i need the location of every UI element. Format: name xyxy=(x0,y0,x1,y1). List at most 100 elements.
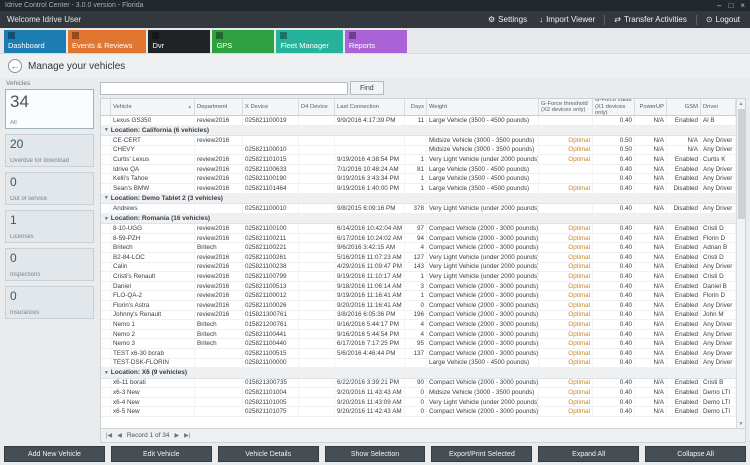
group-row[interactable]: ▾ Location: X6 (9 vehicles) xyxy=(101,368,736,379)
column-header-x-device[interactable]: X Device xyxy=(243,99,299,115)
close-button[interactable]: × xyxy=(740,1,745,10)
collapse-all-button[interactable]: Collapse All xyxy=(645,446,747,462)
table-row[interactable]: Nemo 3 Britech 025821100440 6/17/2016 7:17:… xyxy=(101,339,736,349)
table-row[interactable]: Britech Britech 025821100221 9/6/2016 3:42:… xyxy=(101,243,736,254)
cell-powerup: N/A xyxy=(635,145,667,155)
table-row[interactable]: Calin review2016 025821100238 4/29/2016 11:… xyxy=(101,262,736,273)
group-row[interactable]: ▾ Location: California (6 vehicles) xyxy=(101,125,736,137)
group-row[interactable]: ▾ Location: Demo Tablet 2 (3 vehicles) xyxy=(101,193,736,205)
vehicle-filter-inspections[interactable]: 0 Inspections xyxy=(5,248,94,281)
nav-prev-button[interactable]: ◀ xyxy=(117,432,122,439)
vehicle-filter-all[interactable]: 34 All xyxy=(5,89,94,129)
table-row[interactable]: x6-4 New 025821101005 9/20/2016 11:43:09 A… xyxy=(101,397,736,408)
table-row[interactable]: Florin's Astra review2016 025821100026 9/20… xyxy=(101,301,736,311)
row-indent xyxy=(101,339,111,348)
table-row[interactable]: Nemo 1 Britech 015821200761 9/16/2016 5:44:… xyxy=(101,320,736,330)
tab-dashboard[interactable]: Dashboard xyxy=(4,30,66,53)
column-header-powerup[interactable]: PowerUP xyxy=(635,99,667,115)
tab-reports[interactable]: Reports xyxy=(344,30,407,53)
cell-weight: Compact Vehicle (2000 - 3000 pounds) xyxy=(429,301,539,310)
table-row[interactable]: Idrive QA review2016 025821100633 7/1/2016 … xyxy=(101,164,736,175)
column-header-vehicle[interactable]: Vehicle ▲ xyxy=(111,99,195,115)
table-row[interactable]: Daniel review2016 025821100513 9/18/2016 11… xyxy=(101,281,736,292)
cell-driver: Any Driver xyxy=(701,184,736,193)
table-row[interactable]: TEST-DSK-FLORIN 025821100000 Large Vehicle… xyxy=(101,358,736,369)
cell-x-device: 015821300735 xyxy=(243,378,299,388)
table-row[interactable]: x6-11 borati 015821300735 6/22/2016 3:39:2… xyxy=(101,378,736,389)
tab-gps[interactable]: GPS xyxy=(212,30,275,53)
tab-dvr[interactable]: Dvr xyxy=(148,30,211,53)
vertical-scrollbar[interactable]: ▲ ▼ xyxy=(736,99,745,428)
show-selection-button[interactable]: Show Selection xyxy=(324,446,426,462)
table-row[interactable]: 8-59-PZH review2016 025821100211 6/17/2016 … xyxy=(101,233,736,244)
vehicle-details-button[interactable]: Vehicle Details xyxy=(217,446,319,462)
column-header-last-connection[interactable]: Last Connection xyxy=(335,99,405,115)
row-indent xyxy=(101,204,111,213)
table-row[interactable]: B2-84-LOC review2016 025821100261 5/16/2016… xyxy=(101,253,736,263)
scroll-up-icon[interactable]: ▲ xyxy=(739,99,744,108)
nav-last-button[interactable]: ▶| xyxy=(184,432,190,439)
settings-button[interactable]: ⚙ Settings xyxy=(485,14,530,25)
scroll-down-icon[interactable]: ▼ xyxy=(739,419,744,428)
table-row[interactable]: Kelli's Tahoe review2016 025821100190 9/19/… xyxy=(101,174,736,185)
tab-app-icon xyxy=(8,32,15,39)
column-header-d4-device[interactable]: D4 Device xyxy=(299,99,335,115)
cell-d4-device xyxy=(299,291,335,300)
edit-vehicle-button[interactable]: Edit Vehicle xyxy=(110,446,212,462)
minimize-button[interactable]: – xyxy=(717,1,721,10)
import-viewer-button[interactable]: ↓ Import Viewer xyxy=(536,14,598,25)
cell-d4-device xyxy=(299,224,335,233)
table-row[interactable]: Johnny's Renault review2016 015821300761 3/… xyxy=(101,310,736,321)
expand-all-button[interactable]: Expand All xyxy=(538,446,640,462)
add-new-vehicle-button[interactable]: Add New Vehicle xyxy=(4,446,105,462)
table-row[interactable]: x6-5 New 025821101075 9/20/2016 11:42:43 A… xyxy=(101,407,736,418)
row-indent xyxy=(101,291,111,300)
column-label: D4 Device xyxy=(301,103,328,110)
column-header-department[interactable]: Department xyxy=(195,99,243,115)
back-button[interactable]: ← xyxy=(8,59,22,73)
nav-next-button[interactable]: ▶ xyxy=(174,432,179,439)
cell-driver: Demo LTI xyxy=(701,397,736,407)
column-header-g-force-threshold[interactable]: G-Force threshold (X2 devices only) xyxy=(539,99,593,115)
row-indent xyxy=(101,233,111,243)
table-row[interactable]: FLO-QA-2 review2016 025821100012 9/19/2016 … xyxy=(101,291,736,301)
logout-button[interactable]: ⊙ Logout xyxy=(703,14,743,25)
scrollbar-thumb[interactable] xyxy=(737,109,745,219)
search-input[interactable] xyxy=(100,81,348,95)
maximize-button[interactable]: □ xyxy=(728,1,733,10)
cell-vehicle: 8-59-PZH xyxy=(111,233,195,243)
column-header-driver[interactable]: Driver xyxy=(701,99,736,115)
vehicle-filter-out-of-service[interactable]: 0 Out of service xyxy=(5,172,94,205)
export-print-selected-button[interactable]: Export/Print Selected xyxy=(431,446,533,462)
column-header-gsm[interactable]: GSM xyxy=(667,99,701,115)
table-row[interactable]: CHEVY 025821100010 Midsize Vehicle (3000 -… xyxy=(101,145,736,156)
vehicle-filter-overdue-for-download[interactable]: 20 Overdue for download xyxy=(5,134,94,167)
tab-events-reviews[interactable]: Events & Reviews xyxy=(68,30,147,53)
column-header-weight[interactable]: Weight xyxy=(427,99,539,115)
transfer-activities-button[interactable]: ⇄ Transfer Activities xyxy=(611,14,690,25)
cell-gsm: Enabled xyxy=(667,174,701,184)
table-row[interactable]: 8-10-UGG review2016 025821100100 6/14/2016 … xyxy=(101,224,736,234)
vehicle-filter-insurances[interactable]: 0 Insurances xyxy=(5,286,94,319)
table-row[interactable]: Lexus GS350 review2016 025821100019 9/9/201… xyxy=(101,116,736,126)
table-row[interactable]: Nemo 2 Britech 025821100441 9/16/2016 5:44:… xyxy=(101,329,736,340)
find-button[interactable]: Find xyxy=(350,81,384,95)
vehicle-filter-licenses[interactable]: 1 Licenses xyxy=(5,210,94,243)
table-row[interactable]: Andrews 025821100010 9/8/2015 6:09:16 PM 37… xyxy=(101,204,736,214)
column-header-g-force-value[interactable]: G-Force value (X1 devices only) xyxy=(593,99,635,115)
table-row[interactable]: Curtis' Lexus review2016 025821101015 9/19/… xyxy=(101,155,736,165)
cell-g-force-threshold: Optimal xyxy=(539,358,593,368)
cell-x-device: 025821100633 xyxy=(243,164,299,174)
table-row[interactable]: Sean's BMW review2016 025821101464 9/19/201… xyxy=(101,184,736,194)
table-row[interactable]: x6-3 New 025821101004 9/20/2016 11:43:43 A… xyxy=(101,388,736,398)
cell-d4-device xyxy=(299,204,335,213)
table-row[interactable]: Cristi's Renault review2016 025821100799 9/… xyxy=(101,272,736,282)
cell-x-device: 025821101004 xyxy=(243,388,299,397)
table-row[interactable]: TEST x6-30 bcrab 025821100515 5/6/2016 4:4… xyxy=(101,348,736,359)
group-row[interactable]: ▾ Location: Romania (16 vehicles) xyxy=(101,213,736,225)
tab-fleet-manager[interactable]: Fleet Manager xyxy=(276,30,343,53)
cell-weight: Midsize Vehicle (3000 - 3500 pounds) xyxy=(427,145,539,155)
table-row[interactable]: CE-CERT review2016 Midsize Vehicle (3000 -… xyxy=(101,136,736,146)
column-header-days[interactable]: Days xyxy=(405,99,427,115)
nav-first-button[interactable]: |◀ xyxy=(106,432,112,439)
